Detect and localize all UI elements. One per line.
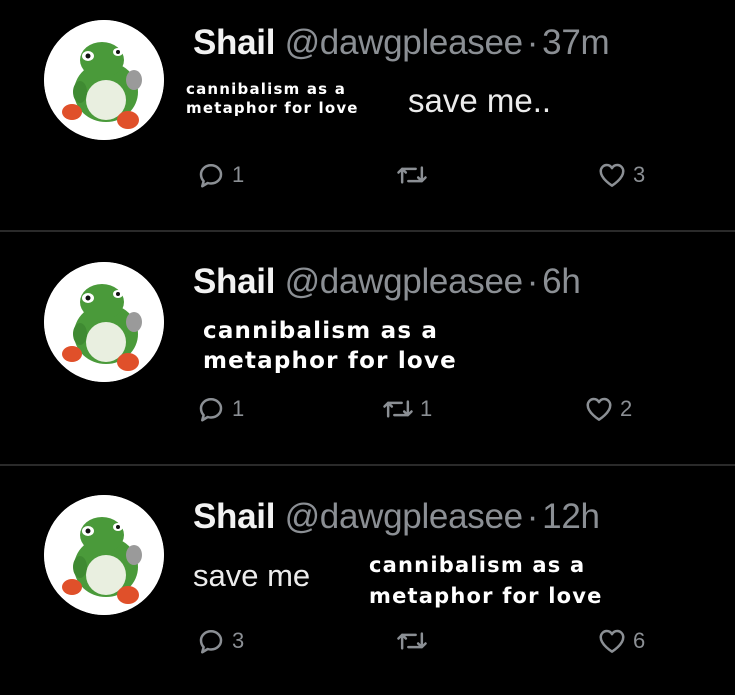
retweet-button[interactable] xyxy=(396,626,434,656)
heart-icon xyxy=(599,629,625,653)
timestamp[interactable]: 12h xyxy=(542,497,600,536)
handle[interactable]: @dawgpleasee xyxy=(285,262,524,301)
timestamp[interactable]: 37m xyxy=(542,23,609,62)
separator: · xyxy=(526,23,539,62)
reply-button[interactable]: 3 xyxy=(196,626,244,656)
reply-count: 1 xyxy=(232,162,245,187)
handle[interactable]: @dawgpleasee xyxy=(285,23,524,62)
caption-overlay: cannibalism as a metaphor for love xyxy=(203,316,457,376)
caption-line: cannibalism as a xyxy=(203,318,439,344)
display-name[interactable]: Shail xyxy=(193,23,275,62)
like-button[interactable]: 3 xyxy=(597,160,645,190)
caption-line: metaphor for love xyxy=(203,348,457,374)
dinosaur-avatar-icon xyxy=(44,495,164,615)
heart-icon xyxy=(599,163,625,187)
caption-overlay: cannibalism as a metaphor for love xyxy=(186,80,359,118)
avatar[interactable] xyxy=(44,495,164,615)
display-name[interactable]: Shail xyxy=(193,497,275,536)
reply-icon xyxy=(199,398,223,422)
like-button[interactable]: 2 xyxy=(584,394,632,424)
tweet-header: Shail @dawgpleasee · 12h xyxy=(193,497,600,537)
tweet-body: save me xyxy=(193,558,311,593)
tweet-3[interactable]: Shail @dawgpleasee · 12h save me cannibali… xyxy=(0,466,735,695)
retweet-button[interactable] xyxy=(396,160,434,190)
dinosaur-avatar-icon xyxy=(44,262,164,382)
caption-line: cannibalism as a xyxy=(186,80,347,98)
reply-count: 1 xyxy=(232,396,245,421)
separator: · xyxy=(526,497,539,536)
tweet-header: Shail @dawgpleasee · 6h xyxy=(193,262,581,302)
caption-overlay: cannibalism as a metaphor for love xyxy=(369,550,603,612)
timestamp[interactable]: 6h xyxy=(542,262,581,301)
reply-button[interactable]: 1 xyxy=(196,160,244,190)
reply-icon xyxy=(199,630,223,654)
display-name[interactable]: Shail xyxy=(193,262,275,301)
avatar[interactable] xyxy=(44,20,164,140)
heart-icon xyxy=(586,397,612,421)
like-count: 2 xyxy=(620,396,633,421)
tweet-1[interactable]: Shail @dawgpleasee · 37m cannibalism as a … xyxy=(0,0,735,228)
retweet-icon xyxy=(397,166,427,184)
caption-line: metaphor for love xyxy=(186,99,359,117)
retweet-icon xyxy=(397,632,427,650)
retweet-icon xyxy=(383,400,413,418)
separator: · xyxy=(526,262,539,301)
like-button[interactable]: 6 xyxy=(597,626,645,656)
like-count: 3 xyxy=(633,162,646,187)
retweet-button[interactable]: 1 xyxy=(382,394,432,424)
tweet-header: Shail @dawgpleasee · 37m xyxy=(193,23,610,63)
handle[interactable]: @dawgpleasee xyxy=(285,497,524,536)
caption-line: cannibalism as a xyxy=(369,553,586,577)
avatar[interactable] xyxy=(44,262,164,382)
like-count: 6 xyxy=(633,628,646,653)
reply-button[interactable]: 1 xyxy=(196,394,244,424)
retweet-count: 1 xyxy=(420,396,433,421)
dinosaur-avatar-icon xyxy=(44,20,164,140)
reply-count: 3 xyxy=(232,628,245,653)
tweet-2[interactable]: Shail @dawgpleasee · 6h cannibalism as a m… xyxy=(0,232,735,464)
reply-icon xyxy=(199,164,223,188)
caption-line: metaphor for love xyxy=(369,584,603,608)
tweet-body: save me.. xyxy=(408,82,552,119)
